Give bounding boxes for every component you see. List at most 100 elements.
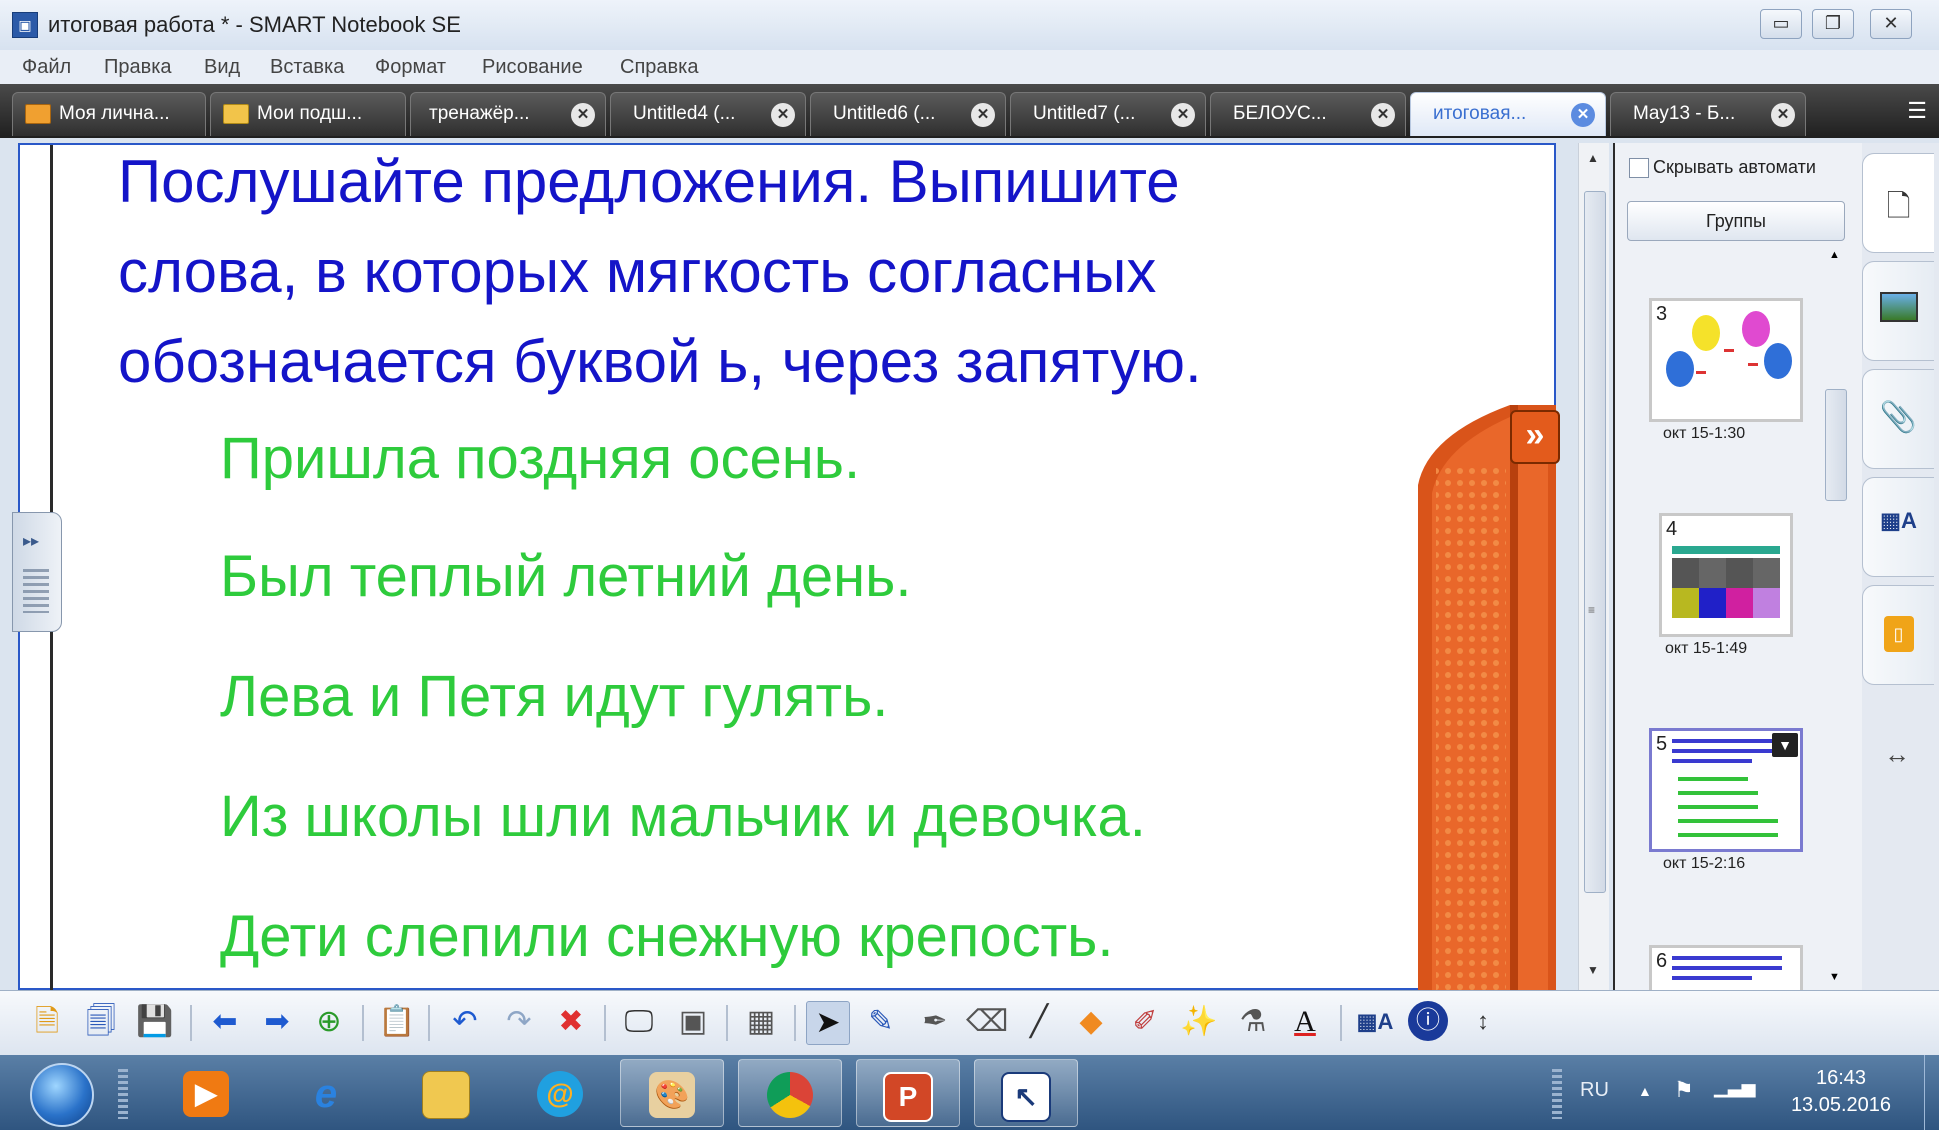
attachments-tab[interactable]: 📎 [1862, 369, 1934, 469]
menu-draw[interactable]: Рисование [482, 56, 583, 79]
line-icon[interactable]: ╱ [1018, 1001, 1060, 1043]
tab-may13[interactable]: May13 - Б... ✕ [1610, 92, 1806, 136]
task-prompt[interactable]: Послушайте предложения. Выпишите слова, … [118, 145, 1268, 407]
start-button[interactable] [30, 1063, 94, 1127]
fill-icon[interactable]: ✐ [1124, 1001, 1166, 1043]
scroll-down-icon[interactable]: ▼ [1587, 963, 1599, 977]
tab-untitled4[interactable]: Untitled4 (... ✕ [610, 92, 806, 136]
tab-untitled7[interactable]: Untitled7 (... ✕ [1010, 92, 1206, 136]
properties-icon[interactable]: ▦A [1354, 1001, 1396, 1043]
tab-close-icon[interactable]: ✕ [771, 103, 795, 127]
network-signal-icon[interactable]: ▁▃▅ [1714, 1077, 1756, 1098]
new-document-icon[interactable]: 🗎 [26, 1001, 68, 1043]
scroll-up-icon[interactable]: ▲ [1587, 151, 1599, 165]
gallery-tab[interactable] [1862, 261, 1934, 361]
shapes-icon[interactable]: ◆ [1070, 1001, 1112, 1043]
tab-close-icon[interactable]: ✕ [1171, 103, 1195, 127]
sentence-2[interactable]: Был теплый летний день. [220, 543, 911, 610]
show-desktop-button[interactable] [1924, 1055, 1939, 1130]
menu-format[interactable]: Формат [375, 56, 446, 79]
show-hidden-icons-icon[interactable]: ▲ [1638, 1083, 1652, 1099]
checkbox-icon[interactable] [1629, 158, 1649, 179]
page-thumbnail-3[interactable]: 3 [1649, 298, 1803, 422]
open-file-icon[interactable]: 🗐 [80, 1001, 122, 1043]
screen-shade-icon[interactable]: ▣ [672, 1001, 714, 1043]
taskbar-media-player[interactable]: ▶ [154, 1059, 258, 1127]
magic-pen-icon[interactable]: ✨ [1178, 1001, 1220, 1043]
scroll-up-icon[interactable]: ▲ [1829, 249, 1840, 261]
taskbar-paint[interactable]: 🎨 [620, 1059, 724, 1127]
tab-itogovaya[interactable]: итоговая... ✕ [1410, 92, 1606, 136]
expand-chevron-icon[interactable]: » [1510, 410, 1560, 464]
menu-view[interactable]: Вид [204, 56, 240, 79]
tab-close-icon[interactable]: ✕ [1571, 103, 1595, 127]
fill-bucket-icon[interactable]: ⚗ [1232, 1001, 1274, 1043]
page-sorter-tab[interactable]: 🗋 [1862, 153, 1934, 253]
close-button[interactable]: ✕ [1870, 9, 1912, 39]
page-thumbnail-4[interactable]: 4 [1659, 513, 1793, 637]
taskbar-explorer[interactable] [394, 1059, 498, 1127]
page-canvas[interactable]: Послушайте предложения. Выпишите слова, … [18, 143, 1556, 990]
select-arrow-icon[interactable]: ➤ [806, 1001, 850, 1045]
redo-icon[interactable]: ↷ [498, 1001, 540, 1043]
sentence-5[interactable]: Дети слепили снежную крепость. [220, 903, 1113, 970]
pen-icon[interactable]: ✎ [860, 1001, 902, 1043]
sentence-3[interactable]: Лева и Петя идут гулять. [220, 663, 888, 730]
taskbar-smart-notebook[interactable]: ↖ [974, 1059, 1078, 1127]
full-screen-icon[interactable]: 🖵 [618, 1001, 660, 1043]
tab-untitled6[interactable]: Untitled6 (... ✕ [810, 92, 1006, 136]
eraser-icon[interactable]: ⌫ [966, 1001, 1008, 1043]
tab-close-icon[interactable]: ✕ [971, 103, 995, 127]
menu-insert[interactable]: Вставка [270, 56, 344, 79]
move-toolbar-icon[interactable]: ↕ [1462, 1001, 1504, 1043]
autohide-checkbox[interactable]: Скрывать автомати [1629, 157, 1816, 179]
delete-icon[interactable]: ✖ [550, 1001, 592, 1043]
page-scrollbar[interactable]: ▲ ≡ ▼ [1578, 143, 1609, 990]
minimize-button[interactable]: ▭ [1760, 9, 1802, 39]
table-icon[interactable]: ▦ [740, 1001, 782, 1043]
addons-tab[interactable]: ▯ [1862, 585, 1934, 685]
orange-pullout-tab[interactable] [1418, 405, 1556, 990]
tab-belous[interactable]: БЕЛОУС... ✕ [1210, 92, 1406, 136]
toolbar-customize-icon[interactable]: ⓘ [1408, 1001, 1448, 1041]
smart-notebook-app-icon[interactable]: ▣ [12, 12, 38, 38]
sorter-scroll-thumb[interactable] [1825, 389, 1847, 501]
clock[interactable]: 16:43 13.05.2016 [1766, 1065, 1916, 1119]
page-menu-dropdown-icon[interactable]: ▼ [1772, 733, 1798, 757]
menu-file[interactable]: Файл [22, 56, 71, 79]
text-icon[interactable]: A [1284, 1001, 1326, 1043]
tab-close-icon[interactable]: ✕ [1771, 103, 1795, 127]
language-indicator[interactable]: RU [1580, 1079, 1609, 1102]
page-thumbnail-6[interactable]: 6 [1649, 945, 1803, 990]
menu-edit[interactable]: Правка [104, 56, 172, 79]
scroll-thumb[interactable] [1584, 191, 1606, 893]
taskbar-chrome[interactable] [738, 1059, 842, 1127]
tab-close-icon[interactable]: ✕ [571, 103, 595, 127]
paste-icon[interactable]: 📋 [376, 1001, 418, 1043]
tab-my-content[interactable]: Моя лична... [12, 92, 206, 136]
sentence-1[interactable]: Пришла поздняя осень. [220, 425, 860, 492]
action-center-icon[interactable]: ⚑ [1674, 1077, 1694, 1103]
resize-horizontal-icon[interactable]: ↔ [1884, 739, 1910, 770]
save-icon[interactable]: 💾 [134, 1001, 176, 1043]
taskbar-powerpoint[interactable]: P [856, 1059, 960, 1127]
creative-pen-icon[interactable]: ✒ [914, 1001, 956, 1043]
next-page-icon[interactable]: ➡ [256, 1001, 298, 1043]
restore-button[interactable]: ❐ [1812, 9, 1854, 39]
previous-page-icon[interactable]: ⬅ [204, 1001, 246, 1043]
tab-my-subscriptions[interactable]: Мои подш... [210, 92, 406, 136]
tab-trainer[interactable]: тренажёр... ✕ [410, 92, 606, 136]
taskbar-internet-explorer[interactable]: e [274, 1059, 378, 1127]
groups-button[interactable]: Группы [1627, 201, 1845, 241]
properties-tab[interactable]: ▦A [1862, 477, 1934, 577]
scroll-down-icon[interactable]: ▼ [1829, 971, 1840, 983]
page-thumbnail-5[interactable]: 5 ▼ [1649, 728, 1803, 852]
undo-icon[interactable]: ↶ [444, 1001, 486, 1043]
sentence-4[interactable]: Из школы шли мальчик и девочка. [220, 783, 1146, 850]
tab-close-icon[interactable]: ✕ [1371, 103, 1395, 127]
menu-help[interactable]: Справка [620, 56, 698, 79]
add-page-icon[interactable]: ⊕ [308, 1001, 350, 1043]
left-panel-handle[interactable]: ▸▸ [12, 512, 62, 632]
sorter-scrollbar[interactable]: ▲ ▼ [1823, 249, 1847, 989]
taskbar-mail-agent[interactable]: @ [508, 1059, 612, 1127]
